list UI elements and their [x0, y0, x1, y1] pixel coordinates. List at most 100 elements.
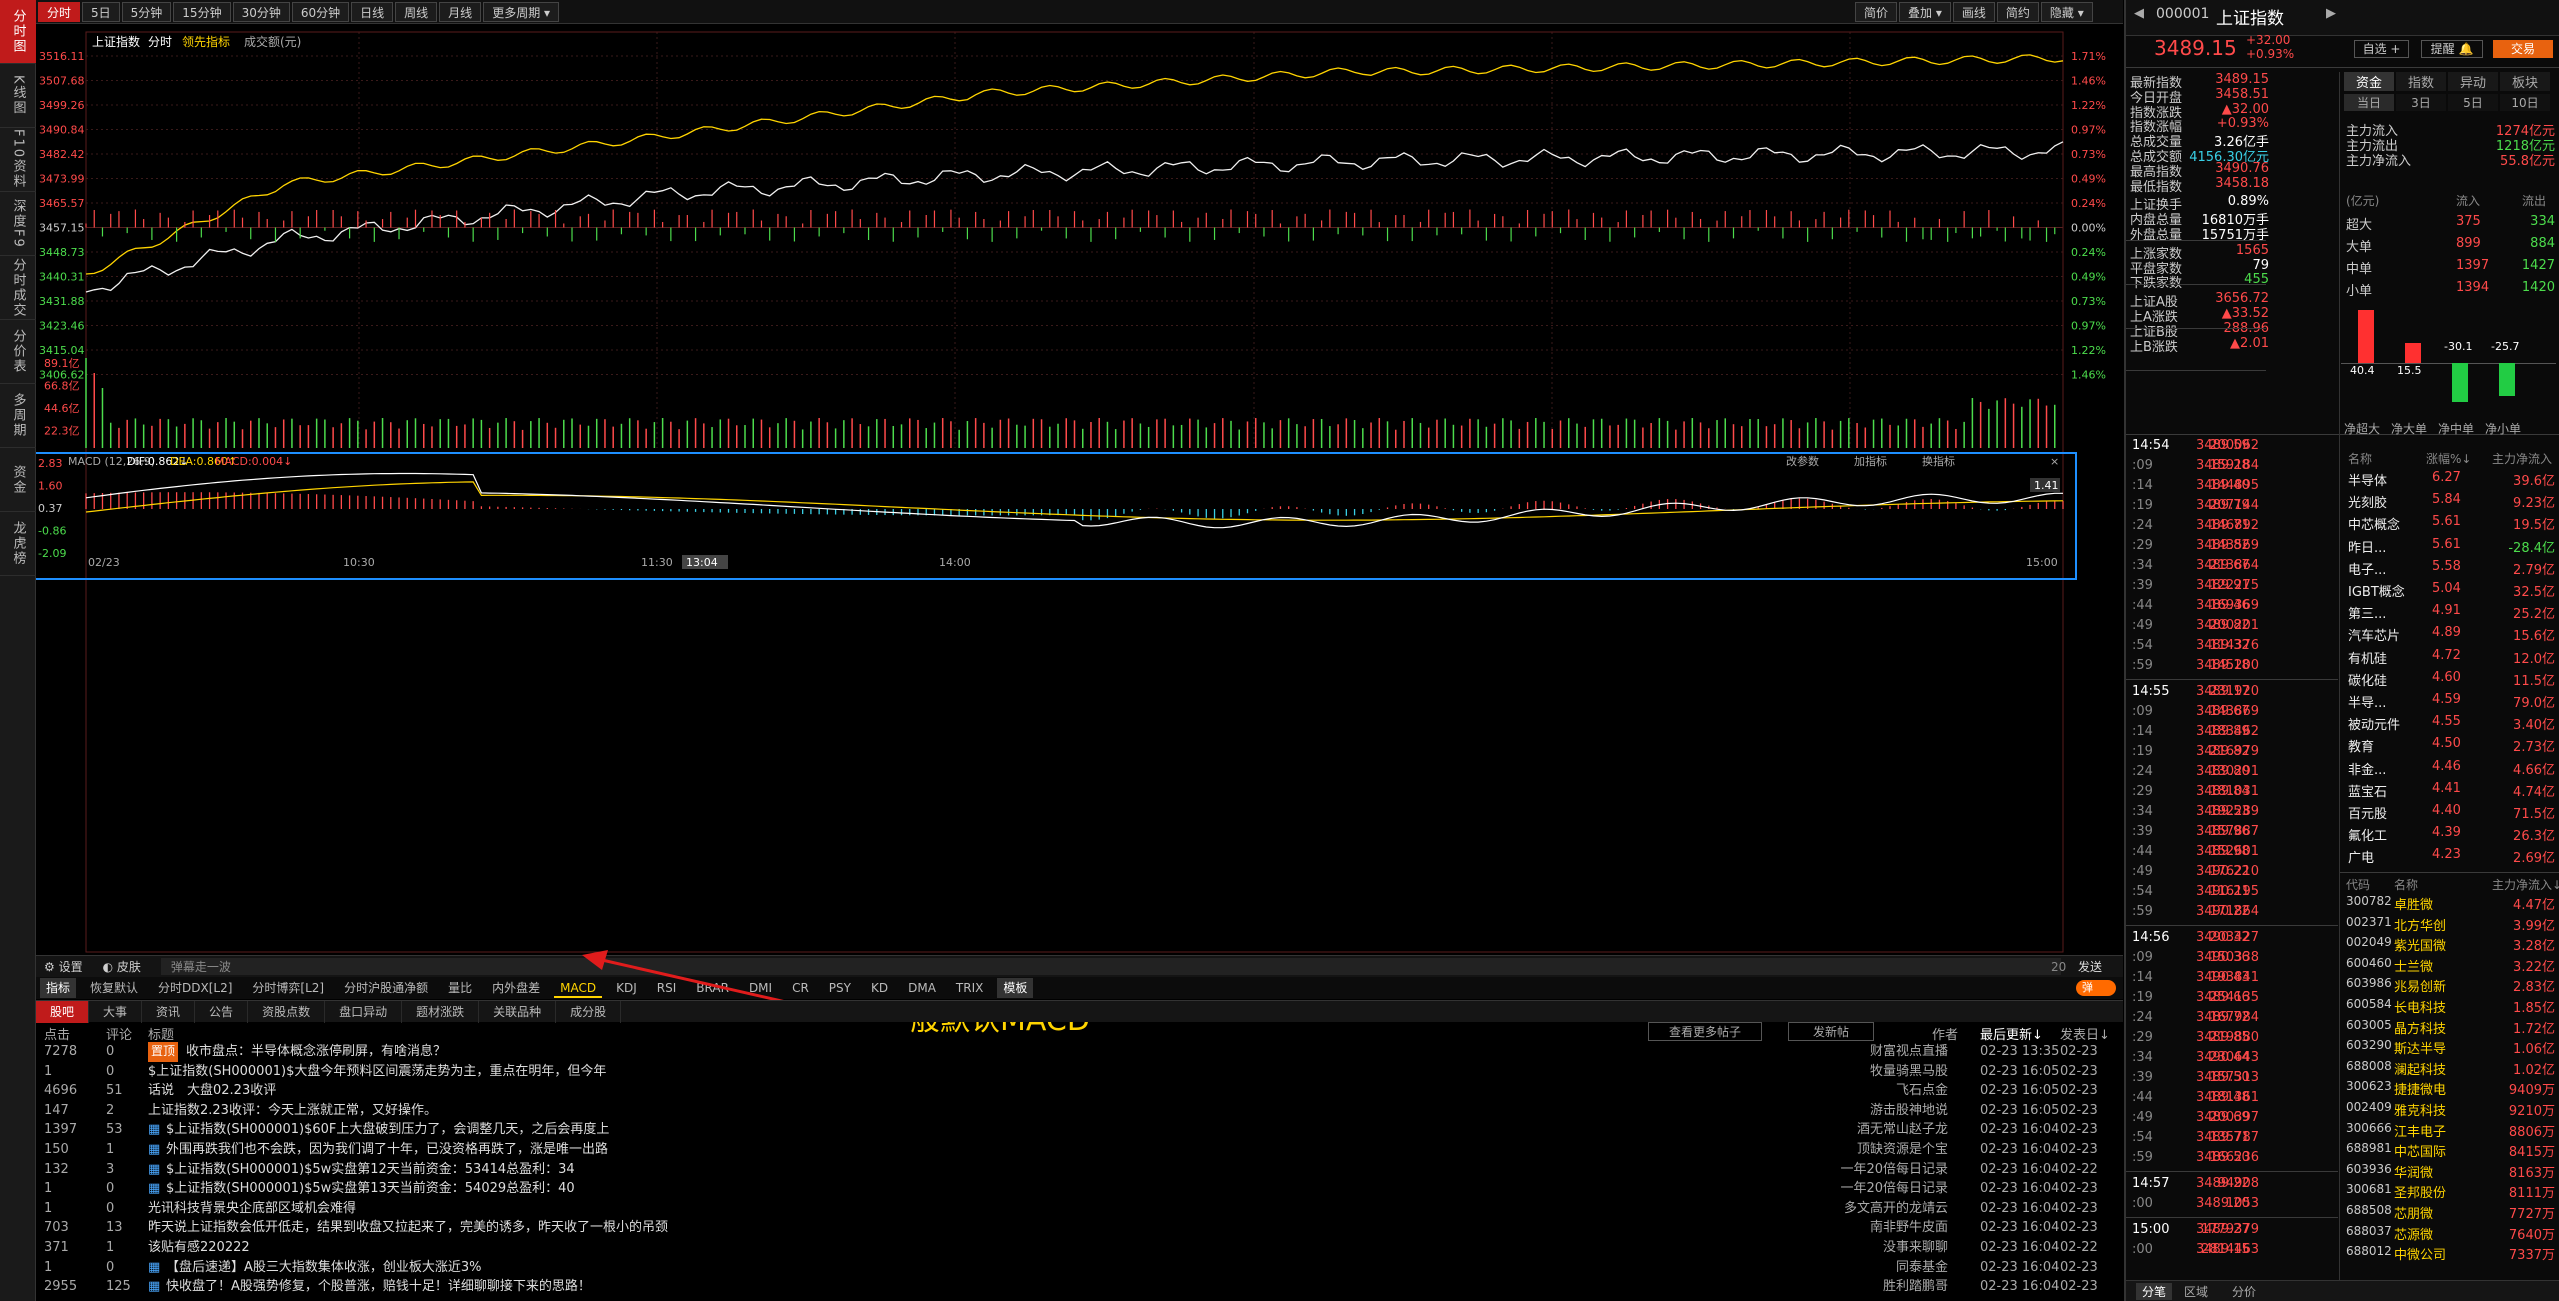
left-tab-7[interactable]: 资金	[0, 448, 36, 512]
news-row[interactable]: 7278 0 置顶 收市盘点：半导体概念涨停刷屏，有啥消息？ 财富视点直播 02-23 1…	[36, 1042, 2123, 1062]
stock-name[interactable]: 兆易创新	[2394, 976, 2446, 995]
news-author[interactable]: 一年20倍每日记录	[1840, 1160, 1948, 1180]
news-row[interactable]: 1 0 $上证指数(SH000001)$大盘今年预料区间震荡走势为主，重点在明年，但…	[36, 1062, 2123, 1082]
sort-last-update[interactable]: 最后更新↓	[1980, 1024, 2043, 1043]
stock-name[interactable]: 中微公司	[2394, 1244, 2446, 1263]
sector-name[interactable]: 昨日...	[2348, 537, 2386, 556]
news-author[interactable]: 没事来聊聊	[1883, 1238, 1948, 1258]
news-title[interactable]: 昨天说上证指数会低开低走，结果到收盘又拉起来了，完美的诱多，昨天收了一根小的吊颈	[148, 1218, 668, 1238]
news-author[interactable]: 顶缺资源是个宝	[1857, 1140, 1948, 1160]
stock-name[interactable]: 华润微	[2394, 1162, 2433, 1181]
tick-tab-2[interactable]: 分价	[2232, 1283, 2256, 1300]
stock-name[interactable]: 雅克科技	[2394, 1100, 2446, 1119]
left-tab-2[interactable]: F10资料	[0, 128, 36, 192]
left-tab-1[interactable]: K线图	[0, 64, 36, 128]
news-title[interactable]: $上证指数(SH000001)$60F上大盘破到压力了，会调整几天，之后会再度上	[166, 1120, 609, 1140]
period-tab-2[interactable]: 5分钟	[121, 1, 172, 22]
intraday-chart[interactable]: 上证指数 分时 领先指标 成交额(元) 3516.11 3507.68 3499.26 349…	[23, 24, 2123, 954]
left-tab-0[interactable]: 分时图	[0, 0, 36, 64]
stock-name[interactable]: 长电科技	[2394, 997, 2446, 1016]
sector-name[interactable]: 汽车芯片	[2348, 625, 2400, 644]
sector-name[interactable]: 半导体	[2348, 470, 2387, 489]
news-title[interactable]: $上证指数(SH000001)$大盘今年预料区间震荡走势为主，重点在明年，但今年	[148, 1062, 606, 1082]
news-title[interactable]: 快收盘了！A股强势修复，个股普涨，赔钱十足！详细聊聊接下来的思路！	[166, 1277, 591, 1297]
stock-col-head[interactable]: 名称	[2394, 876, 2418, 893]
sector-name[interactable]: 光刻胶	[2348, 492, 2387, 511]
sector-col-head[interactable]: 主力净流入	[2492, 450, 2552, 467]
period-tab-5[interactable]: 60分钟	[291, 1, 350, 22]
stock-code[interactable]: 300666	[2346, 1121, 2392, 1135]
fund-tab-2[interactable]: 异动	[2448, 72, 2498, 91]
sector-name[interactable]: 教育	[2348, 736, 2374, 755]
sector-name[interactable]: 碳化硅	[2348, 670, 2387, 689]
news-title[interactable]: $上证指数(SH000001)$5w实盘第12天当前资金：53414总盈利：34	[166, 1160, 575, 1180]
news-title[interactable]: 上证指数2.23收评：今天上涨就正常，又好操作。	[148, 1101, 437, 1121]
stock-name[interactable]: 士兰微	[2394, 956, 2433, 975]
news-row[interactable]: 1 0 光讯科技背景央企底部区域机会难得 多文高开的龙靖云 02-23 16:04 02-…	[36, 1199, 2123, 1219]
indicator-tab-1[interactable]: 恢复默认	[84, 978, 144, 998]
stock-code[interactable]: 603936	[2346, 1162, 2392, 1176]
left-tab-6[interactable]: 多周期	[0, 384, 36, 448]
close-icon[interactable]: ×	[2050, 455, 2059, 468]
stock-code[interactable]: 600584	[2346, 997, 2392, 1011]
stock-code[interactable]: 603005	[2346, 1018, 2392, 1032]
stock-name[interactable]: 芯源微	[2394, 1224, 2433, 1243]
news-author[interactable]: 飞石点金	[1896, 1081, 1948, 1101]
fund-subtab-2[interactable]: 5日	[2448, 94, 2498, 111]
sector-name[interactable]: 第三...	[2348, 603, 2386, 622]
stock-name[interactable]: 捷捷微电	[2394, 1079, 2446, 1098]
indicator-tab-6[interactable]: 内外盘差	[486, 978, 546, 998]
news-tab-6[interactable]: 题材涨跌	[402, 1000, 480, 1023]
period-tab-9[interactable]: 更多周期 ▾	[483, 1, 560, 22]
news-tab-0[interactable]: 股吧	[36, 1000, 90, 1023]
new-post-button[interactable]: 发新帖	[1788, 1022, 1875, 1041]
stock-code[interactable]: 300623	[2346, 1079, 2392, 1093]
fund-subtab-3[interactable]: 10日	[2500, 94, 2550, 111]
news-row[interactable]: 150 1 ▦ 外围再跌我们也不会跌，因为我们调了十年，已没资格再跌了，涨是唯一出路 顶…	[36, 1140, 2123, 1160]
news-tab-2[interactable]: 资讯	[142, 1000, 196, 1023]
stock-name[interactable]: 卓胜微	[2394, 894, 2433, 913]
sort-post-date[interactable]: 发表日↓	[2060, 1024, 2110, 1043]
news-author[interactable]: 胜利踏鹏哥	[1883, 1277, 1948, 1297]
period-tab-6[interactable]: 日线	[351, 1, 394, 22]
prev-arrow-icon[interactable]: ◀	[2134, 6, 2144, 21]
sector-name[interactable]: 中芯概念	[2348, 514, 2400, 533]
danmaku-toggle[interactable]: 弹	[2076, 980, 2116, 996]
news-title[interactable]: 收市盘点：半导体概念涨停刷屏，有啥消息？	[186, 1042, 446, 1062]
stock-name[interactable]: 中芯国际	[2394, 1141, 2446, 1160]
sector-name[interactable]: 电子...	[2348, 559, 2386, 578]
macd-btn-0[interactable]: 改参数	[1786, 454, 1819, 468]
stock-name[interactable]: 江丰电子	[2394, 1121, 2446, 1140]
left-tab-4[interactable]: 分时成交	[0, 256, 36, 320]
stock-name[interactable]: 紫光国微	[2394, 935, 2446, 954]
news-row[interactable]: 147 2 上证指数2.23收评：今天上涨就正常，又好操作。 游击股神地说 02-23 …	[36, 1101, 2123, 1121]
add-watchlist-button[interactable]: 自选 +	[2354, 40, 2409, 58]
toolbar-btn-4[interactable]: 隐藏 ▾	[2040, 2, 2093, 22]
indicator-tab-5[interactable]: 量比	[442, 978, 478, 998]
news-row[interactable]: 1397 53 ▦ $上证指数(SH000001)$60F上大盘破到压力了，会调整几天…	[36, 1120, 2123, 1140]
stock-code[interactable]: 688012	[2346, 1244, 2392, 1258]
settings-button[interactable]: ⚙ 设置	[44, 958, 83, 975]
news-title[interactable]: 该贴有感220222	[148, 1238, 250, 1258]
stock-code[interactable]: 688037	[2346, 1224, 2392, 1238]
stock-col-head[interactable]: 代码	[2346, 876, 2370, 893]
news-author[interactable]: 游击股神地说	[1870, 1101, 1948, 1121]
tick-tab-1[interactable]: 区域	[2184, 1283, 2208, 1300]
toolbar-btn-0[interactable]: 简价	[1855, 2, 1898, 22]
news-author[interactable]: 多文高开的龙靖云	[1844, 1199, 1948, 1219]
skin-button[interactable]: ◐ 皮肤	[103, 958, 141, 975]
stock-code[interactable]: 002371	[2346, 915, 2392, 929]
stock-code[interactable]: 002409	[2346, 1100, 2392, 1114]
danmaku-input[interactable]: 弹幕走一波	[160, 958, 2061, 975]
sector-name[interactable]: 半导...	[2348, 692, 2386, 711]
trade-button[interactable]: 交易	[2493, 40, 2553, 58]
news-tab-5[interactable]: 盘口异动	[325, 1000, 403, 1023]
stock-name[interactable]: 圣邦股份	[2394, 1182, 2446, 1201]
toolbar-btn-1[interactable]: 叠加 ▾	[1899, 2, 1951, 22]
news-tab-4[interactable]: 资股点数	[248, 1000, 326, 1023]
stock-code[interactable]: 300681	[2346, 1182, 2392, 1196]
period-tab-0[interactable]: 分时	[38, 1, 81, 22]
news-title[interactable]: 【盘后速递】A股三大指数集体收涨，创业板大涨近3%	[166, 1258, 482, 1278]
more-posts-button[interactable]: 查看更多帖子	[1648, 1022, 1763, 1041]
sector-col-head[interactable]: 名称	[2348, 450, 2372, 467]
